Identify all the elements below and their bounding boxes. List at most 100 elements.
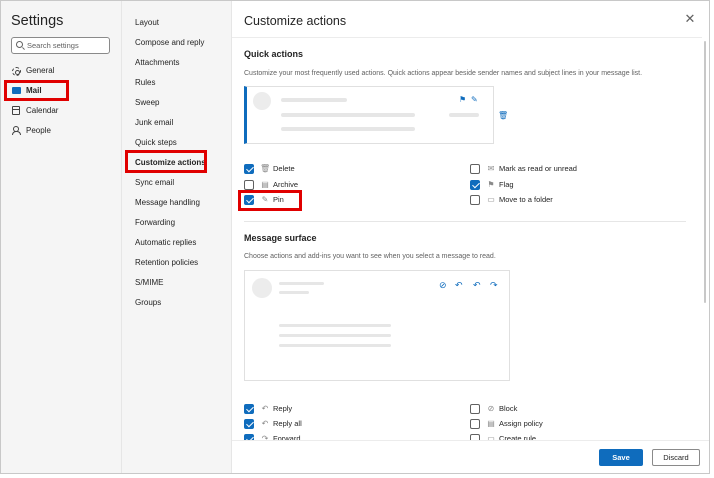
people-icon: [12, 126, 22, 135]
search-settings-input[interactable]: Search settings: [11, 37, 110, 54]
mail-nav-groups[interactable]: Groups: [122, 293, 231, 313]
checkbox-label: Flag: [499, 180, 514, 189]
nav-item-people[interactable]: People: [1, 121, 121, 141]
gear-icon: [12, 67, 21, 76]
checkbox[interactable]: [244, 164, 254, 174]
settings-title: Settings: [11, 13, 64, 29]
mail-icon: [12, 87, 21, 94]
checkbox[interactable]: [470, 419, 480, 429]
reply-icon: ↶: [455, 280, 463, 290]
checkbox[interactable]: [244, 195, 254, 205]
rule-icon: ▭: [487, 434, 495, 440]
placeholder-line: [281, 98, 347, 102]
search-placeholder: Search settings: [27, 41, 79, 50]
checkbox-label: Archive: [273, 180, 299, 189]
settings-nav: General Mail Calendar People: [1, 61, 121, 141]
nav-label: Mail: [26, 86, 42, 95]
message-surface-description: Choose actions and add-ins you want to s…: [244, 253, 496, 260]
settings-sidebar: Settings Search settings General Mail Ca…: [1, 1, 122, 473]
message-surface-preview: ⊘ ↶ ↶ ↷: [244, 270, 510, 381]
panel-scroll-area[interactable]: Quick actions Customize your most freque…: [232, 37, 702, 440]
mail-nav-quick-steps[interactable]: Quick steps: [122, 133, 231, 153]
checkbox[interactable]: [470, 195, 480, 205]
mail-nav-retention-policies[interactable]: Retention policies: [122, 253, 231, 273]
checkbox[interactable]: [244, 419, 254, 429]
reply-icon: ↶: [261, 404, 269, 413]
bottom-strip: [0, 474, 714, 478]
checkbox[interactable]: [470, 180, 480, 190]
mail-nav-compose-and-reply[interactable]: Compose and reply: [122, 33, 231, 53]
forward-icon: ↷: [261, 434, 269, 440]
checkbox-label: Move to a folder: [499, 195, 553, 204]
scrollbar-thumb[interactable]: [704, 41, 706, 303]
nav-label: Calendar: [26, 106, 59, 115]
mail-settings-nav: Layout Compose and reply Attachments Rul…: [122, 1, 232, 473]
reply-all-icon: ↶: [473, 280, 481, 290]
placeholder-line: [279, 334, 391, 337]
checkbox-label: Reply all: [273, 419, 302, 428]
placeholder-line: [279, 324, 391, 327]
placeholder-line: [281, 127, 415, 131]
nav-item-calendar[interactable]: Calendar: [1, 101, 121, 121]
pin-icon: ✎: [471, 95, 478, 104]
checkbox-label: Reply: [273, 404, 293, 413]
mail-nav-rules[interactable]: Rules: [122, 73, 231, 93]
nav-item-mail[interactable]: Mail: [1, 81, 121, 101]
mail-nav-smime[interactable]: S/MIME: [122, 273, 231, 293]
checkbox-label: Assign policy: [499, 419, 543, 428]
checkbox[interactable]: [470, 404, 480, 414]
message-surface-title: Message surface: [244, 233, 317, 243]
scrollbar[interactable]: [702, 37, 708, 440]
calendar-icon: [12, 106, 20, 115]
mail-nav-junk-email[interactable]: Junk email: [122, 113, 231, 133]
mail-nav-automatic-replies[interactable]: Automatic replies: [122, 233, 231, 253]
mail-nav-message-handling[interactable]: Message handling: [122, 193, 231, 213]
checkbox-label: Mark as read or unread: [499, 164, 577, 173]
flag-icon: ⚑: [487, 180, 495, 189]
settings-window: Settings Search settings General Mail Ca…: [0, 0, 710, 474]
section-divider: [244, 221, 686, 222]
mail-nav-attachments[interactable]: Attachments: [122, 53, 231, 73]
reply-all-icon: ↶: [261, 419, 269, 428]
close-icon[interactable]: ✕: [684, 12, 696, 25]
forward-icon: ↷: [490, 280, 498, 290]
addin-icon: ⊘: [439, 280, 447, 290]
checkbox-label: Delete: [273, 164, 295, 173]
nav-label: General: [26, 66, 55, 75]
placeholder-line: [279, 344, 391, 347]
placeholder-line: [279, 282, 324, 285]
avatar-placeholder: [253, 92, 271, 110]
quick-actions-description: Customize your most frequently used acti…: [244, 70, 643, 77]
avatar-placeholder: [252, 278, 272, 298]
discard-button[interactable]: Discard: [652, 449, 700, 466]
envelope-icon: ✉: [487, 164, 495, 173]
mail-nav-customize-actions[interactable]: Customize actions: [122, 153, 231, 173]
checkbox[interactable]: [470, 164, 480, 174]
flag-icon: ⚑: [459, 95, 467, 104]
save-button[interactable]: Save: [599, 449, 643, 466]
nav-label: People: [26, 126, 51, 135]
policy-icon: ▤: [487, 419, 495, 428]
mail-nav-sweep[interactable]: Sweep: [122, 93, 231, 113]
mail-nav-layout[interactable]: Layout: [122, 13, 231, 33]
trash-icon: 🗑: [260, 164, 271, 173]
trash-icon: 🗑: [498, 111, 509, 120]
checkbox-label: Pin: [273, 195, 284, 204]
mail-nav-label: Customize actions: [135, 158, 206, 167]
checkbox[interactable]: [244, 404, 254, 414]
checkbox-label: Forward: [273, 434, 301, 440]
checkbox[interactable]: [244, 180, 254, 190]
folder-icon: ▭: [487, 195, 495, 204]
panel-footer: Save Discard: [232, 440, 709, 473]
placeholder-line: [281, 113, 415, 117]
quick-actions-preview: ⚑ ✎ 🗑: [244, 86, 508, 144]
mail-nav-forwarding[interactable]: Forwarding: [122, 213, 231, 233]
mail-nav-sync-email[interactable]: Sync email: [122, 173, 231, 193]
selection-indicator: [4, 86, 6, 97]
selection-indicator: [126, 158, 128, 169]
block-icon: ⊘: [487, 404, 495, 413]
nav-item-general[interactable]: General: [1, 61, 121, 81]
search-icon: [16, 41, 23, 48]
placeholder-line: [279, 291, 309, 294]
panel-title: Customize actions: [244, 14, 347, 28]
